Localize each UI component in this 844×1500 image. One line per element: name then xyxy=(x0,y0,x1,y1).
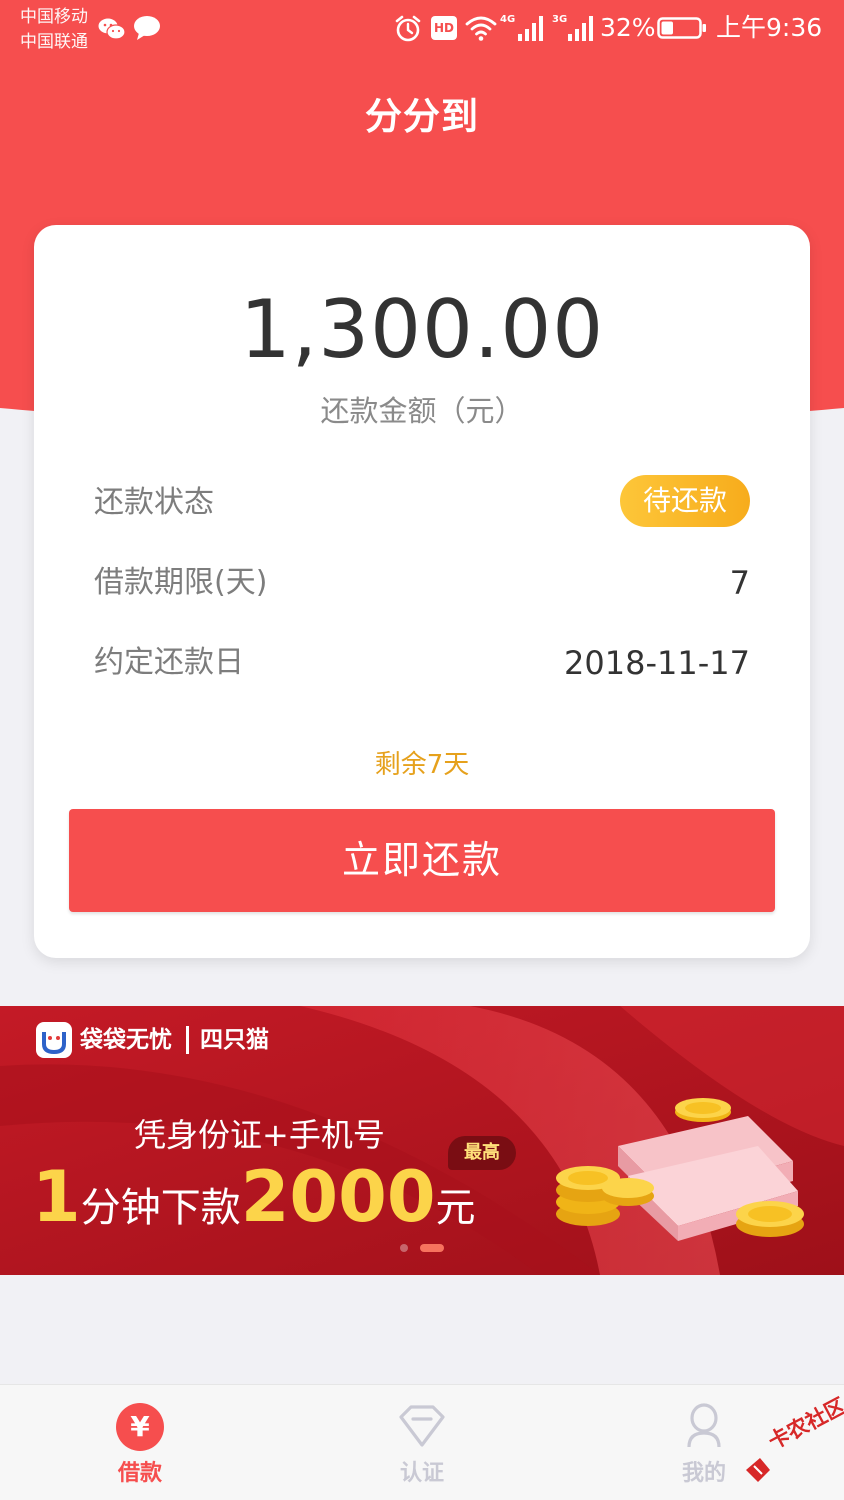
message-icon xyxy=(134,16,160,40)
nav-label-loan: 借款 xyxy=(117,1461,162,1486)
hd-badge: HD xyxy=(431,16,457,40)
term-label: 借款期限(天) xyxy=(94,565,268,600)
repayment-amount: 1,300.00 xyxy=(239,283,605,376)
brand-divider xyxy=(186,1026,189,1054)
battery-icon xyxy=(657,17,706,39)
due-date-value: 2018-11-17 xyxy=(564,644,750,682)
carousel-dot[interactable] xyxy=(400,1244,408,1252)
screen: 中国移动 中国联通 HD 4G 3G 32% 上午9:36 分分到 1,300.… xyxy=(0,0,844,1500)
term-value: 7 xyxy=(729,564,750,602)
carrier-label-1: 中国移动 xyxy=(20,7,88,27)
carousel-dots xyxy=(400,1244,460,1254)
promo-minutes: 1 xyxy=(32,1156,81,1238)
promo-max-badge: 最高 xyxy=(448,1136,516,1170)
clock: 上午9:36 xyxy=(716,13,823,42)
signal-3g-icon: 3G xyxy=(552,14,593,41)
signal-4g-icon: 4G xyxy=(500,14,543,41)
svg-text:3G: 3G xyxy=(552,14,567,25)
wechat-icon xyxy=(98,18,126,40)
svg-text:4G: 4G xyxy=(500,14,515,25)
brand-logo-icon xyxy=(36,1022,72,1058)
due-date-label: 约定还款日 xyxy=(94,645,244,680)
diamond-icon xyxy=(399,1405,445,1447)
status-label: 还款状态 xyxy=(94,485,214,520)
info-row-term: 借款期限(天) 7 xyxy=(94,555,750,611)
promo-amount: 2000 xyxy=(240,1156,436,1238)
days-left: 剩余7天 xyxy=(374,750,470,780)
money-coins-illustration xyxy=(556,1098,804,1241)
info-row-due-date: 约定还款日 2018-11-17 xyxy=(94,635,750,691)
nav-item-loan[interactable]: ¥ 借款 xyxy=(40,1385,240,1500)
promo-text-2: 元 xyxy=(435,1185,476,1231)
yen-icon: ¥ xyxy=(116,1403,164,1451)
repay-now-button[interactable]: 立即还款 xyxy=(69,809,775,912)
repayment-amount-label: 还款金额（元） xyxy=(320,394,524,428)
bottom-nav: ¥ 借款 认证 我的 xyxy=(0,1384,844,1500)
promo-banner[interactable]: 袋袋无忧 四只猫 凭身份证+手机号 1分钟下款2000元 最高 xyxy=(0,1006,844,1275)
nav-label-certification: 认证 xyxy=(399,1461,444,1486)
status-bar: 中国移动 中国联通 HD 4G 3G 32% 上午9:36 xyxy=(0,0,844,58)
alarm-icon xyxy=(395,15,421,42)
page-title: 分分到 xyxy=(365,95,479,138)
wifi-icon xyxy=(465,16,497,41)
promo-text-1: 分钟下款 xyxy=(80,1185,241,1231)
brand-name: 袋袋无忧 xyxy=(80,1027,172,1053)
info-row-status: 还款状态 待还款 xyxy=(94,475,750,531)
user-icon xyxy=(687,1403,721,1448)
carousel-dot-active[interactable] xyxy=(420,1244,444,1252)
brand-partner: 四只猫 xyxy=(200,1027,269,1053)
nav-item-certification[interactable]: 认证 xyxy=(322,1385,522,1500)
status-badge: 待还款 xyxy=(620,475,750,527)
promo-offer: 1分钟下款2000元 xyxy=(32,1156,476,1257)
carrier-label-2: 中国联通 xyxy=(20,32,88,52)
promo-headline: 凭身份证+手机号 xyxy=(134,1116,385,1154)
battery-percentage: 32% xyxy=(600,13,656,42)
repayment-card: 1,300.00 还款金额（元） 还款状态 待还款 借款期限(天) 7 约定还款… xyxy=(34,225,810,958)
